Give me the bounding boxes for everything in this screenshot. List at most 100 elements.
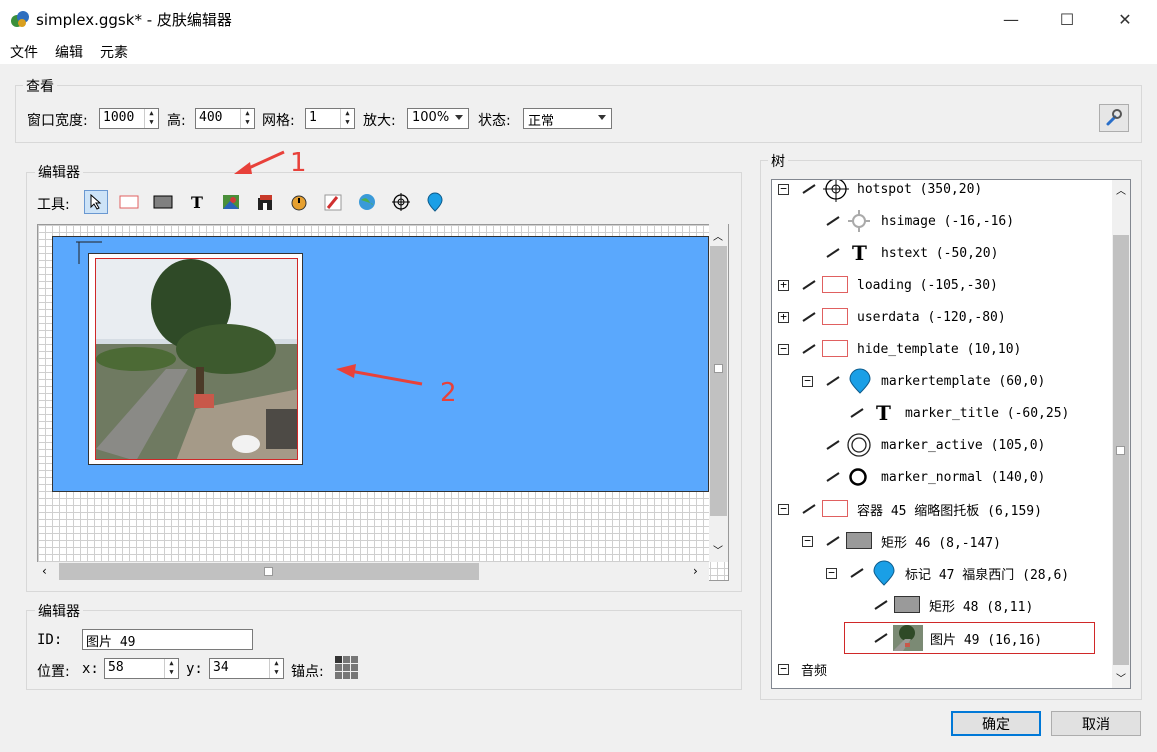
tree-node-marker-title[interactable]: T marker_title (-60,25) [772, 399, 1112, 427]
collapse-icon[interactable]: − [778, 183, 789, 195]
zoom-select[interactable]: 100% [407, 108, 469, 129]
collapse-icon[interactable]: − [778, 663, 789, 675]
tree-node-container-45[interactable]: − 容器 45 缩略图托板 (6,159) [772, 495, 1112, 523]
tree-node-loading[interactable]: + loading (-105,-30) [772, 271, 1112, 299]
tree-node-markertemplate[interactable]: − markertemplate (60,0) [772, 367, 1112, 395]
pointer-tool[interactable] [84, 190, 108, 214]
zoom-label: 放大: [363, 113, 396, 129]
tree-node-rect-46[interactable]: − 矩形 46 (8,-147) [772, 527, 1112, 555]
tree-node-label: 矩形 46 (8,-147) [881, 535, 1001, 551]
x-value: 58 [108, 660, 124, 675]
collapse-icon[interactable]: − [826, 567, 837, 579]
scroll-down-icon[interactable]: ﹀ [713, 542, 723, 557]
brush-icon [826, 248, 840, 258]
image-tool[interactable] [219, 190, 243, 214]
map-marker-icon [873, 560, 895, 586]
collapse-icon[interactable]: − [802, 535, 813, 547]
spin-arrows-icon[interactable]: ▲ ▼ [340, 109, 354, 128]
position-label: 位置: [37, 664, 70, 680]
expand-icon[interactable]: + [778, 311, 789, 323]
anchor-grid-icon[interactable] [335, 656, 359, 680]
id-input[interactable]: 图片 49 [82, 629, 253, 650]
scroll-left-icon[interactable]: ‹ [42, 564, 47, 578]
hotspot-tool[interactable] [389, 190, 413, 214]
container-tool[interactable] [151, 190, 175, 214]
tree-node-marker-47[interactable]: − 标记 47 福泉西门 (28,6) [772, 559, 1112, 587]
tree-node-label: marker_title (-60,25) [905, 405, 1070, 421]
marker-tool[interactable] [423, 190, 447, 214]
close-button[interactable]: ✕ [1102, 0, 1148, 38]
collapse-icon[interactable]: − [778, 343, 789, 355]
tree-node-hstext[interactable]: T hstext (-50,20) [772, 239, 1112, 267]
tree-node-marker-active[interactable]: marker_active (105,0) [772, 431, 1112, 459]
flash-tool[interactable] [321, 190, 345, 214]
tools-label: 工具: [37, 197, 70, 213]
tree-node-userdata[interactable]: + userdata (-120,-80) [772, 303, 1112, 331]
tree-vertical-scrollbar[interactable]: ︿ ﹀ [1112, 180, 1130, 688]
tree-node-rect-48[interactable]: 矩形 48 (8,11) [772, 591, 1112, 619]
tree-node-hotspot[interactable]: − hotspot (350,20) [772, 180, 1112, 203]
menu-edit[interactable]: 编辑 [55, 42, 83, 62]
crosshair-icon [823, 180, 849, 202]
scroll-up-icon[interactable]: ︿ [713, 228, 723, 243]
brush-icon [802, 312, 816, 322]
scroll-right-icon[interactable]: › [693, 564, 698, 578]
pointer-icon [90, 194, 102, 210]
ok-button[interactable]: 确定 [951, 711, 1041, 736]
spin-arrows-icon[interactable]: ▲ ▼ [240, 109, 254, 128]
y-value: 34 [213, 660, 229, 675]
grid-spinbox[interactable]: 1 ▲ ▼ [305, 108, 355, 129]
brush-icon [826, 472, 840, 482]
spin-arrows-icon[interactable]: ▲ ▼ [269, 659, 283, 678]
settings-wrench-button[interactable] [1099, 104, 1129, 132]
text-tool[interactable]: T [185, 190, 209, 214]
canvas-horizontal-scrollbar[interactable]: ‹ › [37, 562, 709, 581]
brush-icon [802, 344, 816, 354]
scroll-grip-icon [264, 567, 273, 576]
tree-node-marker-normal[interactable]: marker_normal (140,0) [772, 463, 1112, 491]
window-width-label: 窗口宽度: [27, 113, 88, 129]
text-icon: T [191, 192, 203, 212]
x-spinbox[interactable]: 58 ▲ ▼ [104, 658, 179, 679]
canvas-vertical-scrollbar[interactable]: ︿ ﹀ [709, 224, 728, 562]
menu-file[interactable]: 文件 [10, 42, 38, 62]
maximize-button[interactable]: ☐ [1044, 0, 1090, 38]
collapse-icon[interactable]: − [802, 375, 813, 387]
window-width-spinbox[interactable]: 1000 ▲ ▼ [99, 108, 159, 129]
collapse-icon[interactable]: − [778, 503, 789, 515]
state-select[interactable]: 正常 [523, 108, 612, 129]
timer-tool[interactable] [287, 190, 311, 214]
map-tool[interactable] [355, 190, 379, 214]
spin-arrows-icon[interactable]: ▲ ▼ [164, 659, 178, 678]
expand-icon[interactable]: + [778, 279, 789, 291]
state-value: 正常 [528, 114, 555, 129]
scrollbar-thumb[interactable] [710, 246, 727, 516]
double-ring-icon [847, 433, 871, 457]
state-label: 状态: [478, 113, 511, 129]
rectangle-tool[interactable] [117, 190, 141, 214]
tree-node-label: 音频 [801, 663, 828, 679]
tree-node-hsimage[interactable]: hsimage (-16,-16) [772, 207, 1112, 235]
tree-node-label: marker_active (105,0) [881, 437, 1046, 453]
grid-value: 1 [309, 110, 317, 125]
minimize-button[interactable]: — [988, 0, 1034, 38]
tree-node-label: 矩形 48 (8,11) [929, 599, 1034, 615]
brush-icon [850, 568, 864, 578]
scroll-down-icon[interactable]: ﹀ [1116, 670, 1126, 685]
x-label: x: [82, 661, 99, 677]
cancel-button[interactable]: 取消 [1051, 711, 1141, 736]
height-spinbox[interactable]: 400 ▲ ▼ [195, 108, 255, 129]
y-spinbox[interactable]: 34 ▲ ▼ [209, 658, 284, 679]
spin-arrows-icon[interactable]: ▲ ▼ [144, 109, 158, 128]
element-tree[interactable]: − hotspot (350,20) hsimage (-16,-16) T h… [771, 179, 1131, 689]
selected-image-49[interactable] [95, 258, 298, 460]
tree-node-audio[interactable]: − 音频 [772, 655, 1112, 683]
scroll-up-icon[interactable]: ︿ [1116, 182, 1126, 197]
menu-element[interactable]: 元素 [100, 42, 128, 62]
cloner-tool[interactable] [253, 190, 277, 214]
tree-node-label: marker_normal (140,0) [881, 469, 1046, 485]
y-label: y: [186, 661, 203, 677]
rectangle-icon [822, 308, 848, 325]
tree-node-hide-template[interactable]: − hide_template (10,10) [772, 335, 1112, 363]
tree-node-image-49-selected[interactable]: 图片 49 (16,16) [844, 622, 1095, 654]
